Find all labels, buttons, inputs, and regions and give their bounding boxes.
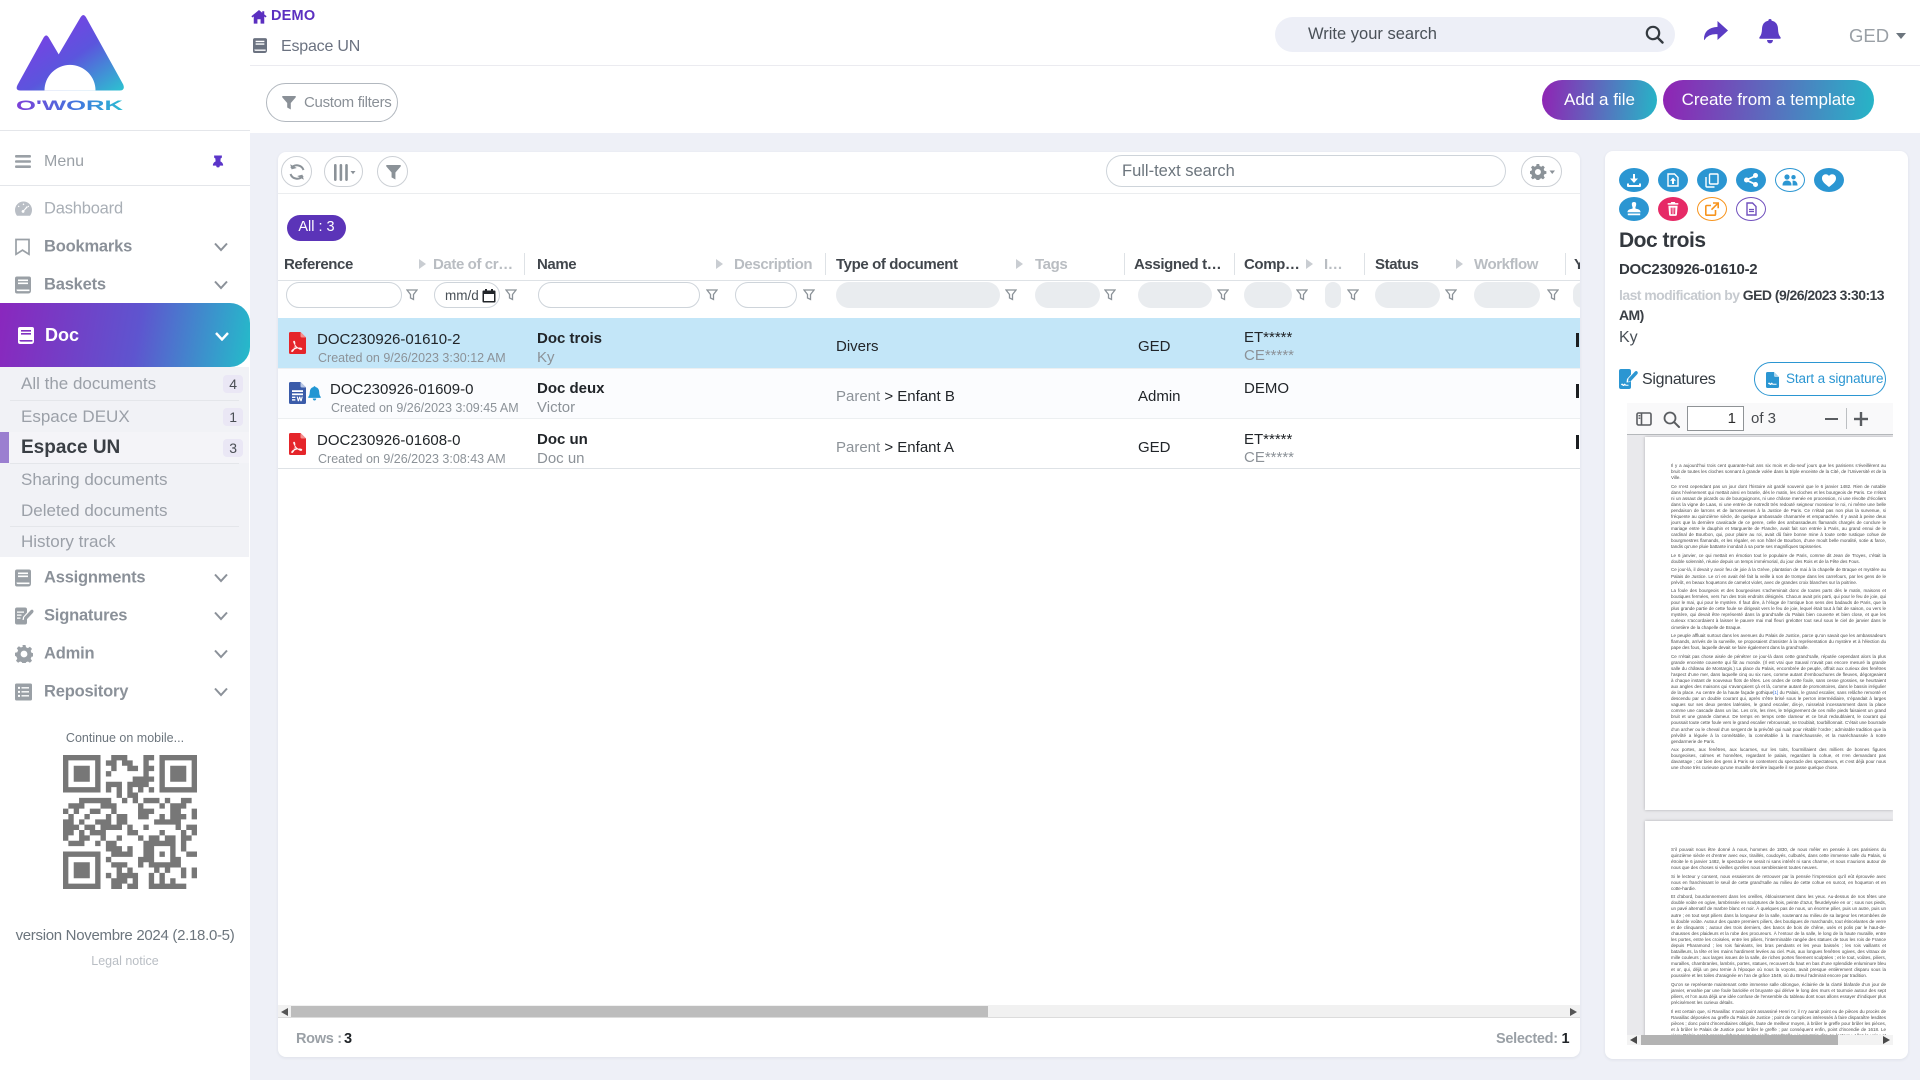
svg-text:O'WORK: O'WORK — [16, 97, 123, 113]
